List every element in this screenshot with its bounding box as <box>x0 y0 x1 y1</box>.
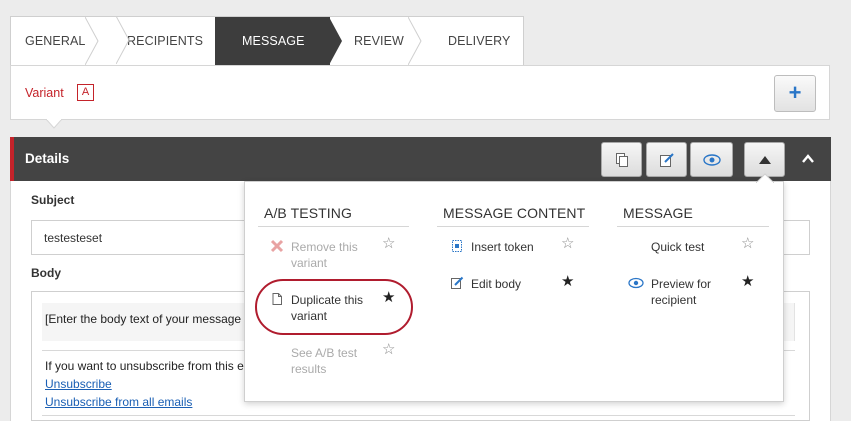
preview-button[interactable] <box>690 142 733 177</box>
divider <box>42 415 795 416</box>
menu-item-insert-token[interactable]: Insert token <box>471 239 534 255</box>
unsubscribe-link[interactable]: Unsubscribe <box>45 377 112 391</box>
divider <box>258 226 409 227</box>
menu-section-message: MESSAGE <box>623 205 693 221</box>
more-actions-button[interactable] <box>744 142 785 177</box>
menu-section-message-content: MESSAGE CONTENT <box>443 205 586 221</box>
body-label: Body <box>31 266 61 280</box>
menu-item-quick-test[interactable]: Quick test <box>651 239 704 255</box>
edit-icon <box>659 152 674 167</box>
tab-review[interactable]: REVIEW <box>330 17 422 65</box>
copy-button[interactable] <box>601 142 642 177</box>
variant-label: Variant <box>25 86 64 100</box>
chevron-up-icon[interactable] <box>800 151 816 167</box>
unsubscribe-text: If you want to unsubscribe from this e <box>45 359 244 373</box>
star-filled-icon[interactable]: ★ <box>561 274 574 289</box>
star-outline-icon[interactable]: ☆ <box>561 236 574 251</box>
remove-x-icon <box>270 239 284 253</box>
unsubscribe-all-link[interactable]: Unsubscribe from all emails <box>45 395 192 409</box>
tab-message[interactable]: MESSAGE <box>215 17 342 65</box>
star-outline-icon[interactable]: ☆ <box>382 342 395 357</box>
tab-label: RECIPIENTS <box>127 34 204 48</box>
annotation-highlight <box>255 279 413 335</box>
tab-label: GENERAL <box>25 34 86 48</box>
tab-label: DELIVERY <box>448 34 511 48</box>
tab-separator <box>85 17 99 65</box>
wizard-tabs: GENERAL RECIPIENTS MESSAGE REVIEW DELIVE… <box>10 16 524 65</box>
tab-label: MESSAGE <box>242 34 305 48</box>
body-text: [Enter the body text of your message <box>45 312 242 326</box>
tab-separator <box>408 17 422 65</box>
details-title: Details <box>25 151 70 166</box>
edit-icon <box>451 276 464 289</box>
star-filled-icon[interactable]: ★ <box>741 274 754 289</box>
variant-a-tag[interactable]: A <box>77 84 94 101</box>
subject-label: Subject <box>31 193 75 207</box>
menu-item-ab-results: See A/B test results <box>291 346 358 376</box>
menu-item-preview-recipient[interactable]: Preview for recipient <box>651 276 731 308</box>
token-icon <box>452 240 462 252</box>
variant-bar: Variant A <box>10 65 830 120</box>
divider <box>617 226 769 227</box>
plus-icon: + <box>788 80 802 105</box>
menu-item-edit-body[interactable]: Edit body <box>471 276 521 292</box>
tab-separator <box>116 16 130 64</box>
edit-button[interactable] <box>646 142 687 177</box>
tab-label: REVIEW <box>354 34 404 48</box>
menu-section-ab-testing: A/B TESTING <box>264 205 352 221</box>
add-variant-button[interactable]: + <box>774 75 816 112</box>
menu-item-remove-variant: Remove this variant <box>291 240 358 270</box>
copy-icon <box>615 152 628 167</box>
tab-delivery[interactable]: DELIVERY <box>421 17 523 65</box>
divider <box>437 226 589 227</box>
variant-pointer-icon <box>46 119 62 129</box>
star-outline-icon[interactable]: ☆ <box>741 236 754 251</box>
tab-active-arrow <box>329 17 342 65</box>
tab-general[interactable]: GENERAL <box>11 17 99 65</box>
eye-icon <box>628 277 644 289</box>
caret-up-icon <box>758 155 771 164</box>
eye-icon <box>702 153 721 166</box>
menu-pointer-icon <box>756 173 774 183</box>
star-outline-icon[interactable]: ☆ <box>382 236 395 251</box>
